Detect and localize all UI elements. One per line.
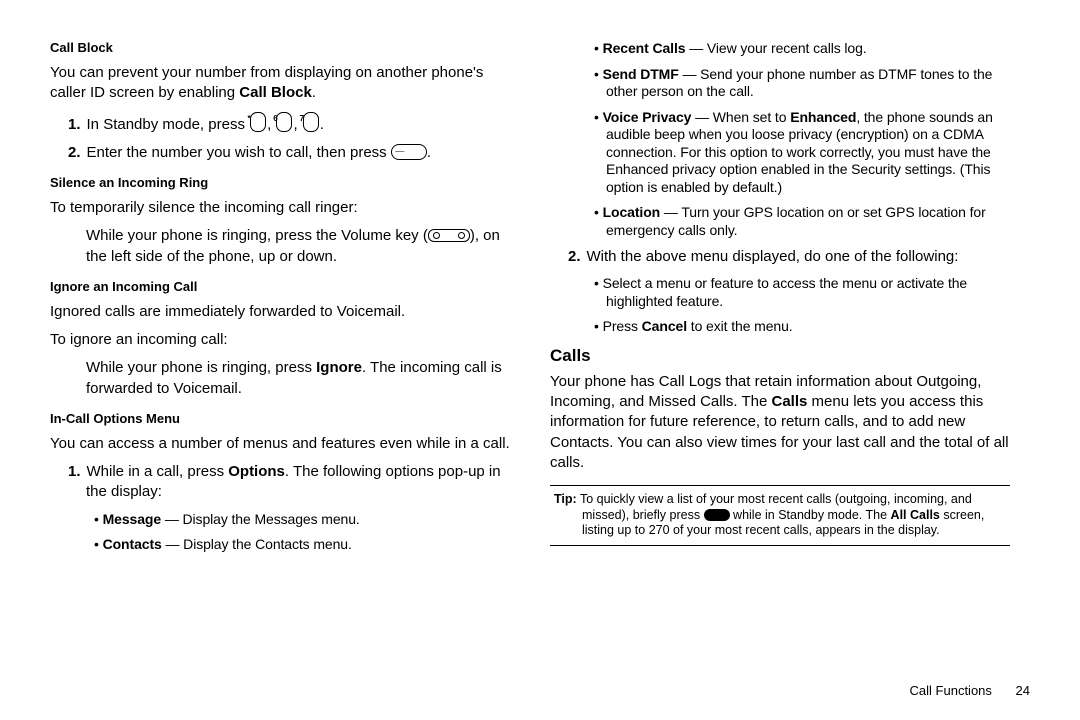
text: to exit the menu. [687, 318, 793, 334]
text: . [312, 84, 316, 101]
term-all-calls: All Calls [891, 508, 940, 522]
term-location: Location [603, 204, 661, 220]
text: while in Standby mode. The [730, 508, 891, 522]
key-7-icon [303, 112, 319, 132]
incall-step-2: 2. With the above menu displayed, do one … [550, 247, 1010, 267]
ignore-p1: Ignored calls are immediately forwarded … [50, 302, 510, 322]
step-number: 2. [568, 248, 581, 265]
term-contacts: Contacts [103, 536, 162, 552]
term-ignore: Ignore [316, 359, 362, 376]
term-call-block: Call Block [239, 84, 312, 101]
key-6-icon [276, 112, 292, 132]
bullet-send-dtmf: • Send DTMF — Send your phone number as … [550, 66, 1010, 101]
bullet-message: • Message — Display the Messages menu. [50, 511, 510, 529]
text: Select a menu or feature to access the m… [603, 275, 968, 309]
call-block-step-1: 1.In Standby mode, press , , . [50, 112, 510, 135]
silence-step: While your phone is ringing, press the V… [50, 226, 510, 267]
talk-key-icon [704, 509, 730, 521]
heading-calls: Calls [550, 346, 1010, 366]
text: Enter the number you wish to call, then … [87, 144, 391, 161]
heading-in-call-options: In-Call Options Menu [50, 411, 510, 426]
text: In Standby mode, press [87, 116, 250, 133]
text: With the above menu displayed, do one of… [587, 248, 959, 265]
text: — Display the Contacts menu. [162, 536, 352, 552]
page-number: 24 [1016, 683, 1030, 698]
text: While your phone is ringing, press [86, 359, 316, 376]
silence-intro: To temporarily silence the incoming call… [50, 198, 510, 218]
heading-ignore-call: Ignore an Incoming Call [50, 279, 510, 294]
heading-call-block: Call Block [50, 40, 510, 55]
text: — Turn your GPS location on or set GPS l… [606, 204, 986, 238]
text: — View your recent calls log. [685, 40, 866, 56]
term-cancel: Cancel [642, 318, 687, 334]
incall-step-1: 1.While in a call, press Options. The fo… [50, 462, 510, 503]
tip-label: Tip: [554, 492, 577, 506]
bullet-contacts: • Contacts — Display the Contacts menu. [50, 536, 510, 554]
text: — Display the Messages menu. [161, 511, 360, 527]
bullet-recent-calls: • Recent Calls — View your recent calls … [550, 40, 1010, 58]
term-calls: Calls [772, 393, 808, 410]
text: . [320, 116, 324, 133]
term-voice-privacy: Voice Privacy [603, 109, 692, 125]
heading-silence-ring: Silence an Incoming Ring [50, 175, 510, 190]
sub-bullet-cancel: • Press Cancel to exit the menu. [550, 318, 1010, 336]
term-send-dtmf: Send DTMF [603, 66, 679, 82]
term-enhanced: Enhanced [790, 109, 856, 125]
call-block-desc: You can prevent your number from display… [50, 63, 510, 104]
text: While in a call, press [87, 463, 229, 480]
bullet-voice-privacy: • Voice Privacy — When set to Enhanced, … [550, 109, 1010, 197]
ignore-step: While your phone is ringing, press Ignor… [50, 358, 510, 399]
tip-content: Tip: To quickly view a list of your most… [554, 492, 1006, 539]
step-number: 1. [68, 116, 81, 133]
talk-key-icon [391, 144, 427, 160]
step-number: 1. [68, 463, 81, 480]
calls-para: Your phone has Call Logs that retain inf… [550, 372, 1010, 473]
step-number: 2. [68, 144, 81, 161]
ignore-p2: To ignore an incoming call: [50, 330, 510, 350]
sub-bullet-select: • Select a menu or feature to access the… [550, 275, 1010, 310]
text: While your phone is ringing, press the V… [86, 227, 428, 244]
text: . [427, 144, 431, 161]
term-message: Message [103, 511, 161, 527]
footer-section: Call Functions [910, 683, 992, 698]
incall-intro: You can access a number of menus and fea… [50, 434, 510, 454]
call-block-step-2: 2. Enter the number you wish to call, the… [50, 143, 510, 163]
text: Press [603, 318, 642, 334]
term-options: Options [228, 463, 285, 480]
left-column: Call Block You can prevent your number f… [50, 40, 530, 700]
right-column: • Recent Calls — View your recent calls … [530, 40, 1010, 700]
tip-box: Tip: To quickly view a list of your most… [550, 485, 1010, 546]
manual-page: Call Block You can prevent your number f… [0, 0, 1080, 720]
volume-key-icon [428, 229, 470, 242]
key-star-icon [250, 112, 266, 132]
page-footer: Call Functions 24 [910, 683, 1030, 698]
bullet-location: • Location — Turn your GPS location on o… [550, 204, 1010, 239]
term-recent-calls: Recent Calls [603, 40, 686, 56]
text: — When set to [691, 109, 790, 125]
